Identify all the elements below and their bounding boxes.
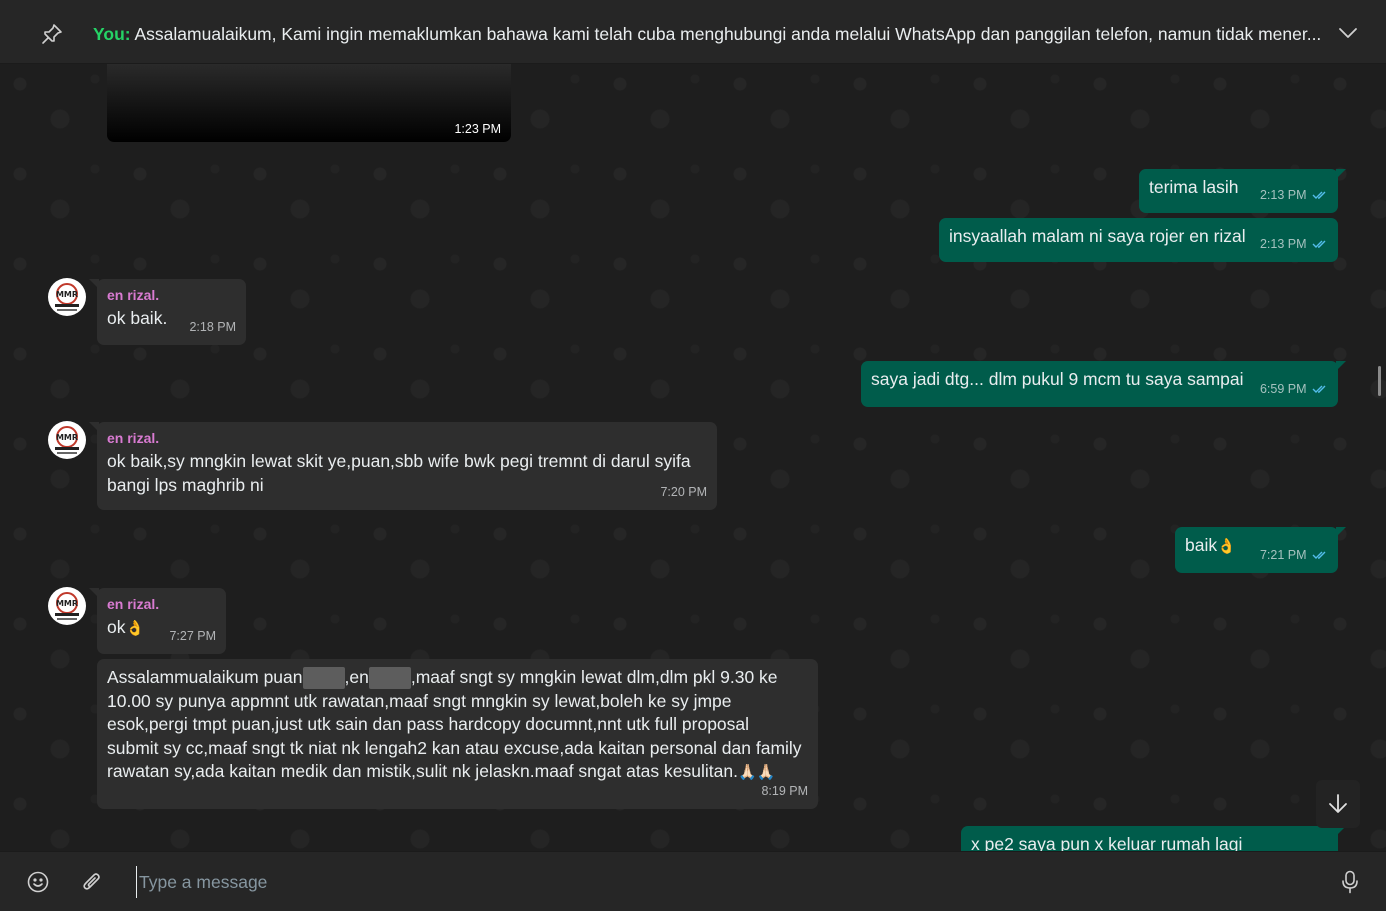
ok-hand-emoji: 👌 — [1217, 538, 1236, 555]
message-text: baik — [1185, 535, 1218, 555]
ok-hand-emoji: 👌 — [125, 620, 145, 637]
pinned-message-body: Assalamualaikum, Kami ingin memaklumkan … — [134, 24, 1322, 44]
message-text: ok baik. — [107, 308, 168, 328]
scroll-to-bottom-button[interactable] — [1316, 780, 1360, 828]
outgoing-message[interactable]: terima lasih 2:13 PM — [1139, 169, 1346, 213]
double-check-icon — [1312, 240, 1326, 249]
message-composer — [0, 851, 1386, 911]
svg-text:MMR: MMR — [56, 599, 78, 608]
praying-hands-emoji: 🙏🏻🙏🏻 — [737, 764, 776, 781]
message-text: insyaallah malam ni saya rojer en rizal — [949, 226, 1246, 246]
message-time: 6:59 PM — [1260, 378, 1328, 402]
message-time: 7:27 PM — [169, 628, 216, 643]
svg-text:MMR: MMR — [56, 433, 78, 442]
message-time: 7:21 PM — [1260, 544, 1328, 568]
message-text: terima lasih — [1149, 177, 1239, 197]
message-text-line: ok baik,sy mngkin lewat skit ye,puan,sbb… — [107, 451, 691, 471]
pin-icon[interactable] — [40, 22, 64, 46]
contact-logo: MMR — [49, 588, 85, 624]
paperclip-icon[interactable] — [82, 871, 102, 893]
message-time: 2:18 PM — [189, 319, 236, 334]
message-text-line: rawatan sy,ada kaitan medik dan mistik,s… — [107, 761, 776, 781]
message-time: 8:19 PM — [761, 783, 808, 798]
incoming-message[interactable]: Assalammualaikum puan ,en ,maaf sngt sy mn… — [97, 659, 818, 809]
double-check-icon — [1312, 551, 1326, 560]
message-text-line: esok,pergi tmpt puan,just utk sain dan p… — [107, 714, 750, 734]
avatar[interactable]: MMR — [48, 278, 86, 316]
contact-logo: MMR — [49, 279, 85, 315]
redacted-name — [368, 667, 411, 690]
incoming-message[interactable]: en rizal. ok baik. 2:18 PM — [89, 279, 246, 345]
message-time: 2:13 PM — [1260, 233, 1328, 257]
message-text-line: Assalammualaikum puan ,en ,maaf sngt sy mn… — [107, 666, 808, 690]
outgoing-message[interactable]: insyaallah malam ni saya rojer en rizal … — [939, 218, 1338, 262]
sender-name: en rizal. — [107, 287, 160, 303]
sender-name: en rizal. — [107, 596, 160, 612]
message-time: 2:13 PM — [1260, 184, 1328, 208]
pinned-message-banner[interactable]: You: Assalamualaikum, Kami ingin memaklu… — [0, 0, 1386, 64]
redacted-name — [302, 667, 345, 690]
avatar[interactable]: MMR — [48, 587, 86, 625]
emoji-icon[interactable] — [27, 871, 49, 893]
outgoing-message[interactable]: saya jadi dtg... dlm pukul 9 mcm tu saya… — [861, 361, 1346, 407]
chat-message-area[interactable]: 1:23 PM terima lasih 2:13 PM insyaallah … — [0, 64, 1386, 851]
svg-text:MMR: MMR — [56, 290, 78, 299]
sender-name: en rizal. — [107, 430, 160, 446]
incoming-message[interactable]: en rizal. ok👌 7:27 PM — [89, 588, 226, 654]
double-check-icon — [1312, 385, 1326, 394]
contact-logo: MMR — [49, 422, 85, 458]
pinned-message-text: You: Assalamualaikum, Kami ingin memaklu… — [93, 24, 1323, 45]
microphone-icon[interactable] — [1341, 870, 1359, 894]
message-time: 1:23 PM — [454, 122, 501, 136]
message-time: 7:20 PM — [660, 484, 707, 499]
message-text: x pe2 saya pun x keluar rumah lagi — [971, 834, 1243, 851]
message-input[interactable] — [136, 866, 1286, 898]
double-check-icon — [1312, 191, 1326, 200]
chevron-down-icon[interactable] — [1338, 26, 1358, 40]
avatar[interactable]: MMR — [48, 421, 86, 459]
message-text-line: submit sy cc,maaf sngt tk niat nk lengah… — [107, 737, 802, 758]
scrollbar-thumb[interactable] — [1378, 366, 1381, 396]
message-text-line: 10.00 sy punya appmnt utk rawatan,maaf s… — [107, 690, 732, 711]
incoming-message[interactable]: en rizal. ok baik,sy mngkin lewat skit y… — [89, 422, 717, 510]
arrow-down-icon — [1329, 794, 1347, 813]
outgoing-message[interactable]: baik👌 7:21 PM — [1175, 527, 1346, 573]
media-message[interactable]: 1:23 PM — [107, 64, 511, 142]
message-text: ok — [107, 617, 126, 637]
message-text: saya jadi dtg... dlm pukul 9 mcm tu saya… — [871, 369, 1244, 389]
message-text-line: bangi lps maghrib ni — [107, 474, 264, 495]
outgoing-message[interactable]: x pe2 saya pun x keluar rumah lagi — [961, 826, 1346, 851]
pinned-sender-label: You: — [93, 24, 131, 44]
